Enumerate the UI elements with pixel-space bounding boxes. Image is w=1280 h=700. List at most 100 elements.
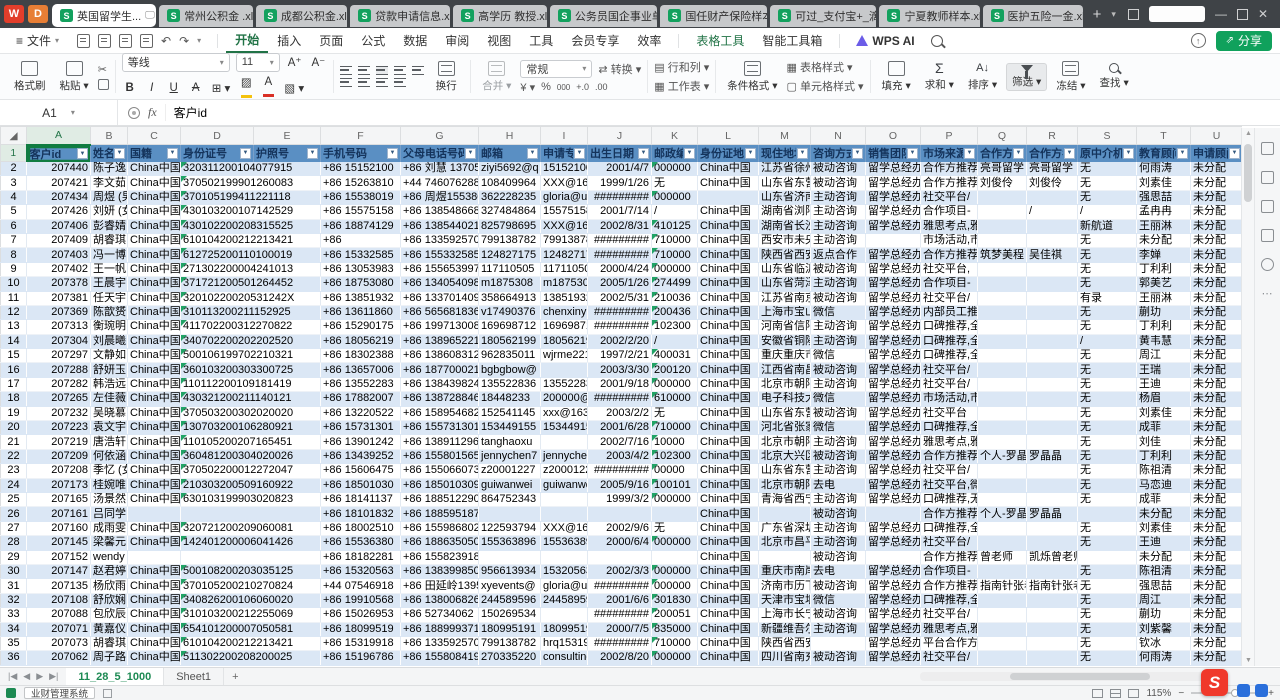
cell[interactable]: 社交平台/: [921, 651, 978, 665]
cell[interactable]: China中国: [128, 377, 181, 391]
cell[interactable]: 青海省西宁: [759, 492, 811, 506]
cell[interactable]: China中国: [698, 464, 759, 478]
cell[interactable]: 周子路 (女: [91, 651, 128, 665]
cell[interactable]: 未分配: [1191, 449, 1243, 463]
autofilter-button[interactable]: ▼: [167, 148, 178, 159]
cell[interactable]: 山东省东营: [759, 464, 811, 478]
decrease-indent-icon[interactable]: [394, 66, 406, 75]
cell[interactable]: [1027, 521, 1078, 535]
scissors-icon[interactable]: [1261, 200, 1274, 213]
cell[interactable]: 2001/6/28: [588, 421, 652, 435]
cell[interactable]: 新疆维吾尔: [759, 622, 811, 636]
decrease-font-icon[interactable]: A⁻: [309, 55, 327, 69]
cell[interactable]: #########: [588, 320, 652, 334]
cell[interactable]: gloria@uk: [541, 190, 588, 204]
cell[interactable]: 207313: [27, 320, 91, 334]
strikethrough-button[interactable]: A: [188, 82, 204, 94]
cell[interactable]: China中国: [128, 190, 181, 204]
cell-header[interactable]: 市场来源▼: [921, 145, 978, 162]
cell[interactable]: [811, 636, 866, 650]
cell[interactable]: 无: [1078, 305, 1137, 319]
cell[interactable]: 主动咨询: [811, 190, 866, 204]
cut-button[interactable]: ✂: [98, 63, 109, 76]
cell[interactable]: 主动咨询: [811, 622, 866, 636]
cell[interactable]: +86 13854402198: [401, 219, 479, 233]
cell[interactable]: 2002/5/31: [588, 291, 652, 305]
cell[interactable]: China中国: [698, 334, 759, 348]
cell[interactable]: wendy: [91, 550, 128, 564]
cell[interactable]: [978, 291, 1027, 305]
cell[interactable]: 合作项目-: [921, 205, 978, 219]
filter-button[interactable]: 筛选 ▾: [1006, 63, 1047, 91]
autofilter-button[interactable]: ▼: [387, 148, 398, 159]
cell[interactable]: 主动咨询: [811, 233, 866, 247]
cell[interactable]: XXX@163.: [541, 521, 588, 535]
cell[interactable]: 未分配: [1191, 579, 1243, 593]
thousand-separator-button[interactable]: 000: [557, 83, 570, 92]
cell[interactable]: 市场活动,市: [921, 233, 978, 247]
cell[interactable]: 无: [1078, 262, 1137, 276]
cell[interactable]: China中国: [698, 507, 759, 521]
column-header-N[interactable]: N: [811, 127, 866, 145]
cell-header[interactable]: 销售团队▼: [866, 145, 921, 162]
cell[interactable]: 18448233: [479, 392, 541, 406]
cell[interactable]: 207421: [27, 176, 91, 190]
cell[interactable]: [1027, 406, 1078, 420]
row-header[interactable]: 29: [1, 550, 27, 564]
cell[interactable]: +86 15026953: [321, 608, 401, 622]
cell-style-button[interactable]: ▢ 单元格样式 ▾: [787, 78, 864, 94]
cell[interactable]: 无: [1078, 248, 1137, 262]
cell[interactable]: 2003/4/2: [588, 449, 652, 463]
cell[interactable]: +86 18099519: [321, 622, 401, 636]
cell[interactable]: 370502199901260083: [181, 176, 321, 190]
cell[interactable]: 留学总经办: [866, 622, 921, 636]
cell[interactable]: +86 15319918: [321, 636, 401, 650]
align-left-icon[interactable]: [340, 78, 352, 87]
cell[interactable]: [541, 435, 588, 449]
cell[interactable]: +86 13839985047: [401, 564, 479, 578]
cell[interactable]: [541, 550, 588, 564]
name-box[interactable]: A1▾: [0, 100, 118, 125]
cell[interactable]: [978, 421, 1027, 435]
cell[interactable]: 无: [1078, 406, 1137, 420]
cell[interactable]: 韩浩远 (男: [91, 377, 128, 391]
cell[interactable]: 被动咨询: [811, 507, 866, 521]
cell[interactable]: +44 07546918: [321, 579, 401, 593]
cell[interactable]: 梁馨元 (女: [91, 536, 128, 550]
cell[interactable]: /: [1027, 205, 1078, 219]
tab-sync-icon[interactable]: 🖵: [145, 10, 155, 21]
cell[interactable]: 835000: [652, 622, 698, 636]
row-header[interactable]: 32: [1, 593, 27, 607]
cell[interactable]: 610000: [652, 392, 698, 406]
cell[interactable]: 河北省张家: [759, 421, 811, 435]
cell[interactable]: 207108: [27, 593, 91, 607]
cell[interactable]: [1027, 636, 1078, 650]
row-header[interactable]: 23: [1, 464, 27, 478]
font-name-select[interactable]: 等线▾: [122, 53, 230, 72]
cell[interactable]: [698, 190, 759, 204]
fill-color-button[interactable]: ▨: [238, 75, 254, 101]
autofilter-button[interactable]: ▼: [1123, 148, 1134, 159]
cell[interactable]: China中国: [698, 421, 759, 435]
column-header-D[interactable]: D: [181, 127, 254, 145]
cell[interactable]: 207165: [27, 492, 91, 506]
cell[interactable]: China中国: [128, 277, 181, 291]
cell[interactable]: 102300: [652, 320, 698, 334]
menu-item-6[interactable]: 视图: [478, 29, 520, 52]
cell[interactable]: [866, 507, 921, 521]
column-header-H[interactable]: H: [479, 127, 541, 145]
cell[interactable]: 上海市宝山: [759, 305, 811, 319]
cell[interactable]: 未分配: [1191, 622, 1243, 636]
cell[interactable]: 无: [1078, 651, 1137, 665]
normal-view-icon[interactable]: [1092, 689, 1103, 698]
document-tab[interactable]: S医护五险一金.xlsx: [983, 5, 1083, 27]
cell[interactable]: [978, 622, 1027, 636]
autofilter-button[interactable]: ▼: [684, 148, 695, 159]
cell[interactable]: [978, 190, 1027, 204]
cell[interactable]: m1875308: [479, 277, 541, 291]
panel-icon[interactable]: [1261, 142, 1274, 155]
cell[interactable]: [1027, 536, 1078, 550]
cell[interactable]: 无: [1078, 190, 1137, 204]
cell[interactable]: 207426: [27, 205, 91, 219]
cell[interactable]: 207282: [27, 377, 91, 391]
